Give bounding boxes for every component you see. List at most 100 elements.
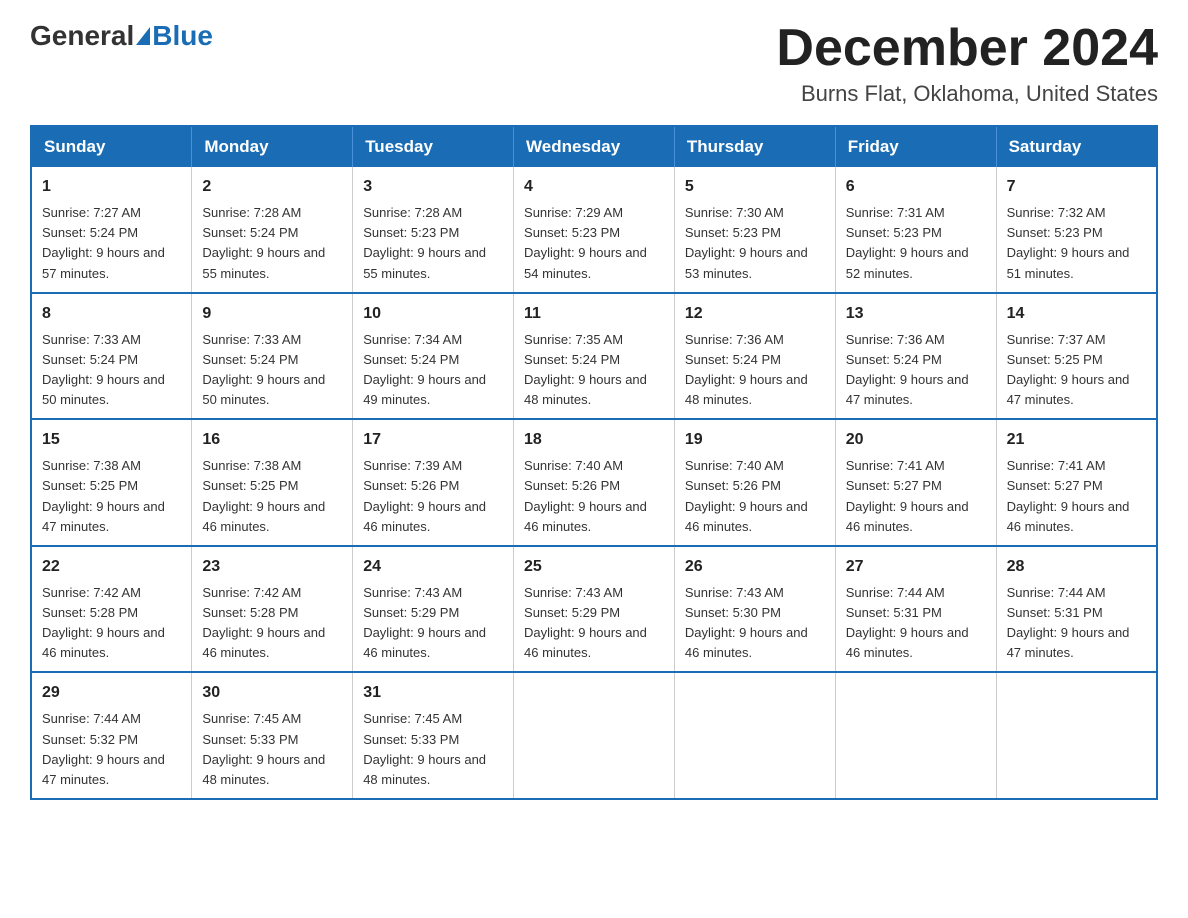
calendar-cell: 24 Sunrise: 7:43 AMSunset: 5:29 PMDaylig… bbox=[353, 546, 514, 673]
day-number: 6 bbox=[846, 175, 986, 199]
day-number: 12 bbox=[685, 302, 825, 326]
day-number: 1 bbox=[42, 175, 181, 199]
calendar-cell bbox=[996, 672, 1157, 799]
day-number: 29 bbox=[42, 681, 181, 705]
day-number: 25 bbox=[524, 555, 664, 579]
logo-blue-text: Blue bbox=[152, 20, 213, 52]
day-info: Sunrise: 7:28 AMSunset: 5:23 PMDaylight:… bbox=[363, 205, 486, 280]
calendar-cell: 19 Sunrise: 7:40 AMSunset: 5:26 PMDaylig… bbox=[674, 419, 835, 546]
calendar-header-row: SundayMondayTuesdayWednesdayThursdayFrid… bbox=[31, 126, 1157, 167]
day-info: Sunrise: 7:36 AMSunset: 5:24 PMDaylight:… bbox=[846, 332, 969, 407]
calendar-cell: 10 Sunrise: 7:34 AMSunset: 5:24 PMDaylig… bbox=[353, 293, 514, 420]
calendar-cell: 9 Sunrise: 7:33 AMSunset: 5:24 PMDayligh… bbox=[192, 293, 353, 420]
day-info: Sunrise: 7:30 AMSunset: 5:23 PMDaylight:… bbox=[685, 205, 808, 280]
calendar-cell: 27 Sunrise: 7:44 AMSunset: 5:31 PMDaylig… bbox=[835, 546, 996, 673]
calendar-cell: 14 Sunrise: 7:37 AMSunset: 5:25 PMDaylig… bbox=[996, 293, 1157, 420]
day-info: Sunrise: 7:32 AMSunset: 5:23 PMDaylight:… bbox=[1007, 205, 1130, 280]
calendar-week-row: 1 Sunrise: 7:27 AMSunset: 5:24 PMDayligh… bbox=[31, 167, 1157, 293]
day-info: Sunrise: 7:33 AMSunset: 5:24 PMDaylight:… bbox=[202, 332, 325, 407]
calendar-day-header: Saturday bbox=[996, 126, 1157, 167]
day-info: Sunrise: 7:37 AMSunset: 5:25 PMDaylight:… bbox=[1007, 332, 1130, 407]
day-number: 11 bbox=[524, 302, 664, 326]
calendar-day-header: Wednesday bbox=[514, 126, 675, 167]
day-number: 2 bbox=[202, 175, 342, 199]
calendar-cell: 8 Sunrise: 7:33 AMSunset: 5:24 PMDayligh… bbox=[31, 293, 192, 420]
day-number: 16 bbox=[202, 428, 342, 452]
calendar-cell: 13 Sunrise: 7:36 AMSunset: 5:24 PMDaylig… bbox=[835, 293, 996, 420]
day-number: 3 bbox=[363, 175, 503, 199]
calendar-week-row: 29 Sunrise: 7:44 AMSunset: 5:32 PMDaylig… bbox=[31, 672, 1157, 799]
calendar-cell: 5 Sunrise: 7:30 AMSunset: 5:23 PMDayligh… bbox=[674, 167, 835, 293]
day-number: 27 bbox=[846, 555, 986, 579]
day-info: Sunrise: 7:35 AMSunset: 5:24 PMDaylight:… bbox=[524, 332, 647, 407]
calendar-cell: 4 Sunrise: 7:29 AMSunset: 5:23 PMDayligh… bbox=[514, 167, 675, 293]
logo: General Blue bbox=[30, 20, 213, 52]
day-info: Sunrise: 7:29 AMSunset: 5:23 PMDaylight:… bbox=[524, 205, 647, 280]
day-number: 21 bbox=[1007, 428, 1146, 452]
day-number: 10 bbox=[363, 302, 503, 326]
day-number: 28 bbox=[1007, 555, 1146, 579]
day-info: Sunrise: 7:43 AMSunset: 5:30 PMDaylight:… bbox=[685, 585, 808, 660]
day-info: Sunrise: 7:31 AMSunset: 5:23 PMDaylight:… bbox=[846, 205, 969, 280]
day-info: Sunrise: 7:28 AMSunset: 5:24 PMDaylight:… bbox=[202, 205, 325, 280]
calendar-day-header: Monday bbox=[192, 126, 353, 167]
day-number: 24 bbox=[363, 555, 503, 579]
calendar-cell: 28 Sunrise: 7:44 AMSunset: 5:31 PMDaylig… bbox=[996, 546, 1157, 673]
day-info: Sunrise: 7:42 AMSunset: 5:28 PMDaylight:… bbox=[202, 585, 325, 660]
day-number: 8 bbox=[42, 302, 181, 326]
calendar-cell: 18 Sunrise: 7:40 AMSunset: 5:26 PMDaylig… bbox=[514, 419, 675, 546]
day-info: Sunrise: 7:43 AMSunset: 5:29 PMDaylight:… bbox=[363, 585, 486, 660]
day-number: 17 bbox=[363, 428, 503, 452]
calendar-cell bbox=[674, 672, 835, 799]
day-number: 23 bbox=[202, 555, 342, 579]
calendar-cell: 29 Sunrise: 7:44 AMSunset: 5:32 PMDaylig… bbox=[31, 672, 192, 799]
day-info: Sunrise: 7:40 AMSunset: 5:26 PMDaylight:… bbox=[524, 458, 647, 533]
day-info: Sunrise: 7:33 AMSunset: 5:24 PMDaylight:… bbox=[42, 332, 165, 407]
calendar-cell: 23 Sunrise: 7:42 AMSunset: 5:28 PMDaylig… bbox=[192, 546, 353, 673]
day-number: 5 bbox=[685, 175, 825, 199]
day-number: 19 bbox=[685, 428, 825, 452]
day-number: 30 bbox=[202, 681, 342, 705]
calendar-cell: 22 Sunrise: 7:42 AMSunset: 5:28 PMDaylig… bbox=[31, 546, 192, 673]
calendar-day-header: Thursday bbox=[674, 126, 835, 167]
calendar-day-header: Sunday bbox=[31, 126, 192, 167]
day-number: 4 bbox=[524, 175, 664, 199]
day-number: 20 bbox=[846, 428, 986, 452]
day-number: 18 bbox=[524, 428, 664, 452]
day-info: Sunrise: 7:27 AMSunset: 5:24 PMDaylight:… bbox=[42, 205, 165, 280]
day-number: 22 bbox=[42, 555, 181, 579]
calendar-day-header: Friday bbox=[835, 126, 996, 167]
day-number: 15 bbox=[42, 428, 181, 452]
calendar-day-header: Tuesday bbox=[353, 126, 514, 167]
calendar-cell: 3 Sunrise: 7:28 AMSunset: 5:23 PMDayligh… bbox=[353, 167, 514, 293]
day-info: Sunrise: 7:43 AMSunset: 5:29 PMDaylight:… bbox=[524, 585, 647, 660]
day-info: Sunrise: 7:39 AMSunset: 5:26 PMDaylight:… bbox=[363, 458, 486, 533]
calendar-cell: 26 Sunrise: 7:43 AMSunset: 5:30 PMDaylig… bbox=[674, 546, 835, 673]
calendar-cell: 17 Sunrise: 7:39 AMSunset: 5:26 PMDaylig… bbox=[353, 419, 514, 546]
calendar-week-row: 8 Sunrise: 7:33 AMSunset: 5:24 PMDayligh… bbox=[31, 293, 1157, 420]
day-number: 26 bbox=[685, 555, 825, 579]
day-info: Sunrise: 7:44 AMSunset: 5:31 PMDaylight:… bbox=[846, 585, 969, 660]
calendar-cell: 1 Sunrise: 7:27 AMSunset: 5:24 PMDayligh… bbox=[31, 167, 192, 293]
logo-general-text: General bbox=[30, 20, 134, 52]
day-info: Sunrise: 7:45 AMSunset: 5:33 PMDaylight:… bbox=[202, 711, 325, 786]
day-info: Sunrise: 7:34 AMSunset: 5:24 PMDaylight:… bbox=[363, 332, 486, 407]
calendar-cell: 7 Sunrise: 7:32 AMSunset: 5:23 PMDayligh… bbox=[996, 167, 1157, 293]
day-info: Sunrise: 7:41 AMSunset: 5:27 PMDaylight:… bbox=[846, 458, 969, 533]
month-title: December 2024 bbox=[776, 20, 1158, 77]
day-info: Sunrise: 7:38 AMSunset: 5:25 PMDaylight:… bbox=[42, 458, 165, 533]
day-info: Sunrise: 7:42 AMSunset: 5:28 PMDaylight:… bbox=[42, 585, 165, 660]
calendar-cell: 20 Sunrise: 7:41 AMSunset: 5:27 PMDaylig… bbox=[835, 419, 996, 546]
location-subtitle: Burns Flat, Oklahoma, United States bbox=[776, 81, 1158, 107]
calendar-cell: 2 Sunrise: 7:28 AMSunset: 5:24 PMDayligh… bbox=[192, 167, 353, 293]
calendar-cell bbox=[835, 672, 996, 799]
day-number: 13 bbox=[846, 302, 986, 326]
day-number: 9 bbox=[202, 302, 342, 326]
calendar-cell: 15 Sunrise: 7:38 AMSunset: 5:25 PMDaylig… bbox=[31, 419, 192, 546]
calendar-cell: 12 Sunrise: 7:36 AMSunset: 5:24 PMDaylig… bbox=[674, 293, 835, 420]
calendar-cell: 25 Sunrise: 7:43 AMSunset: 5:29 PMDaylig… bbox=[514, 546, 675, 673]
day-info: Sunrise: 7:41 AMSunset: 5:27 PMDaylight:… bbox=[1007, 458, 1130, 533]
day-number: 7 bbox=[1007, 175, 1146, 199]
logo-triangle-icon bbox=[136, 27, 150, 45]
calendar-cell: 21 Sunrise: 7:41 AMSunset: 5:27 PMDaylig… bbox=[996, 419, 1157, 546]
